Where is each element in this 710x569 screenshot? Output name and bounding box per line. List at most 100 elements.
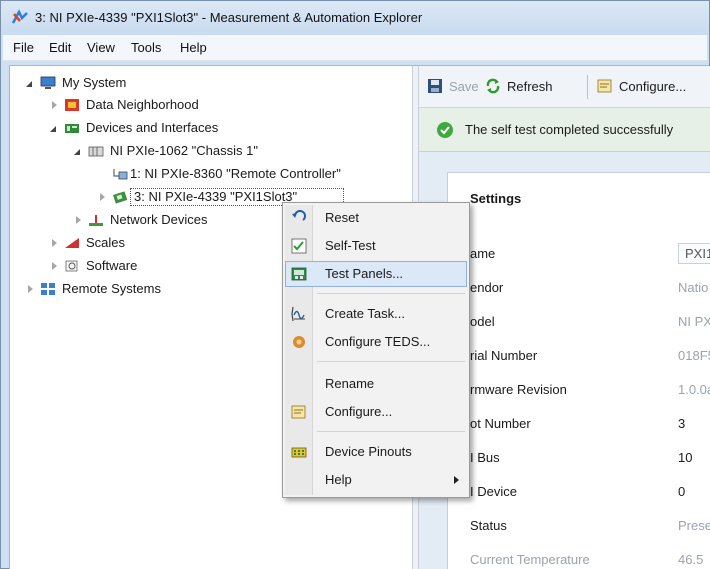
device-icon <box>113 191 128 204</box>
menu-item-label: Configure TEDS... <box>325 334 431 349</box>
expander-closed-icon[interactable] <box>52 101 57 109</box>
menu-item-device-pinouts[interactable]: Device Pinouts <box>285 439 467 465</box>
expander-closed-icon[interactable] <box>76 216 81 224</box>
reset-icon <box>292 210 306 221</box>
success-check-icon <box>437 122 453 138</box>
menu-item-create-task[interactable]: Create Task... <box>285 301 467 327</box>
tree-item-label: Devices and Interfaces <box>86 120 219 135</box>
app-icon <box>11 9 28 24</box>
menu-item-label: Help <box>325 472 352 487</box>
expander-closed-icon[interactable] <box>28 285 33 293</box>
configure-label: Configure... <box>619 79 687 94</box>
expander-open-icon[interactable] <box>26 81 32 87</box>
menu-view[interactable]: View <box>87 40 115 55</box>
window-title: 3: NI PXIe-4339 "PXI1Slot3" - Measuremen… <box>35 10 423 25</box>
menu-item-label: Configure... <box>325 404 393 419</box>
menu-item-help[interactable]: Help <box>285 467 467 493</box>
setting-row-serial-number: rial Number 018F5 <box>448 345 710 367</box>
refresh-label: Refresh <box>507 79 553 94</box>
menu-item-test-panels[interactable]: Test Panels... <box>285 261 467 287</box>
create-task-icon <box>291 306 305 322</box>
tree-item-label: Data Neighborhood <box>86 97 199 112</box>
expander-open-icon[interactable] <box>50 126 56 132</box>
setting-label: ot Number <box>470 416 531 431</box>
setting-value: Prese <box>678 518 710 533</box>
setting-label: endor <box>470 280 504 295</box>
menu-item-label: Rename <box>325 376 375 391</box>
tree-item-label: 3: NI PXIe-4339 "PXI1Slot3" <box>134 189 298 204</box>
software-icon <box>65 260 78 272</box>
setting-label: odel <box>470 314 495 329</box>
menu-file[interactable]: File <box>13 40 34 55</box>
setting-value: 3 <box>678 416 686 431</box>
menu-edit[interactable]: Edit <box>49 40 71 55</box>
self-test-icon <box>291 238 307 254</box>
network-icon <box>89 215 103 226</box>
expander-open-icon[interactable] <box>74 149 80 155</box>
menu-separator <box>317 293 465 294</box>
menu-item-rename[interactable]: Rename <box>285 371 467 397</box>
tree-item-label: Software <box>86 258 138 273</box>
setting-row-name: ame PXI1S <box>448 243 710 265</box>
menu-item-reset[interactable]: Reset <box>285 205 467 231</box>
setting-value: Natio <box>678 280 709 295</box>
configure-icon <box>597 79 612 93</box>
configure-icon <box>291 405 306 419</box>
menu-bar: File Edit View Tools Help <box>3 35 707 61</box>
expander-closed-icon[interactable] <box>52 262 57 270</box>
name-field[interactable]: PXI1S <box>678 243 710 264</box>
menu-help[interactable]: Help <box>180 40 207 55</box>
remote-systems-icon <box>41 283 55 295</box>
menu-item-label: Device Pinouts <box>325 444 412 459</box>
setting-label: Status <box>470 518 507 533</box>
save-label: Save <box>449 79 479 94</box>
menu-item-self-test[interactable]: Self-Test <box>285 233 467 259</box>
setting-label: ame <box>470 246 496 261</box>
setting-value: 0 <box>678 484 686 499</box>
menu-item-configure-teds[interactable]: Configure TEDS... <box>285 329 467 355</box>
setting-row-current-temperature: Current Temperature 46.5 <box>448 549 710 569</box>
configure-button[interactable]: Configure... <box>597 77 707 97</box>
setting-row-pci-device: I Device 0 <box>448 481 710 503</box>
tree-item-label: My System <box>62 75 127 90</box>
refresh-button[interactable]: Refresh <box>485 77 575 97</box>
setting-label: Current Temperature <box>470 552 590 567</box>
setting-value: 10 <box>678 450 693 465</box>
menu-item-label: Self-Test <box>325 238 376 253</box>
setting-label: rmware Revision <box>470 382 567 397</box>
toolbar-separator <box>587 75 588 99</box>
refresh-icon <box>486 78 500 94</box>
tree-item-label: Scales <box>86 235 126 250</box>
expander-closed-icon[interactable] <box>52 239 57 247</box>
setting-row-status: Status Prese <box>448 515 710 537</box>
setting-label: I Bus <box>470 450 500 465</box>
expander-closed-icon[interactable] <box>100 193 105 201</box>
setting-value: NI PX <box>678 314 710 329</box>
computer-icon <box>40 76 56 89</box>
toolbar: Save Refresh Configure... <box>419 66 710 108</box>
menu-item-label: Create Task... <box>325 306 405 321</box>
setting-row-vendor: endor Natio <box>448 277 710 299</box>
setting-label: rial Number <box>470 348 538 363</box>
menu-separator <box>317 361 465 362</box>
status-message: The self test completed successfully <box>465 122 674 137</box>
setting-row-model: odel NI PX <box>448 311 710 333</box>
menu-item-label: Reset <box>325 210 359 225</box>
devices-icon <box>65 124 79 133</box>
status-banner: The self test completed successfully <box>419 108 710 152</box>
tree-item-label: Remote Systems <box>62 281 161 296</box>
chassis-icon <box>88 146 104 157</box>
save-icon <box>428 79 442 93</box>
save-button[interactable]: Save <box>427 77 479 97</box>
title-bar: 3: NI PXIe-4339 "PXI1Slot3" - Measuremen… <box>1 1 709 35</box>
menu-tools[interactable]: Tools <box>131 40 161 55</box>
submenu-arrow-icon <box>454 476 459 484</box>
test-panels-icon <box>291 267 307 281</box>
settings-title: Settings <box>470 191 522 206</box>
menu-item-configure[interactable]: Configure... <box>285 399 467 425</box>
context-menu: Reset Self-Test Test Panels... Create Ta… <box>282 202 470 498</box>
device-pinouts-icon <box>291 447 307 458</box>
setting-label: I Device <box>470 484 517 499</box>
setting-value: 46.5 <box>678 552 704 567</box>
tree-item-label: 1: NI PXIe-8360 "Remote Controller" <box>130 166 341 181</box>
